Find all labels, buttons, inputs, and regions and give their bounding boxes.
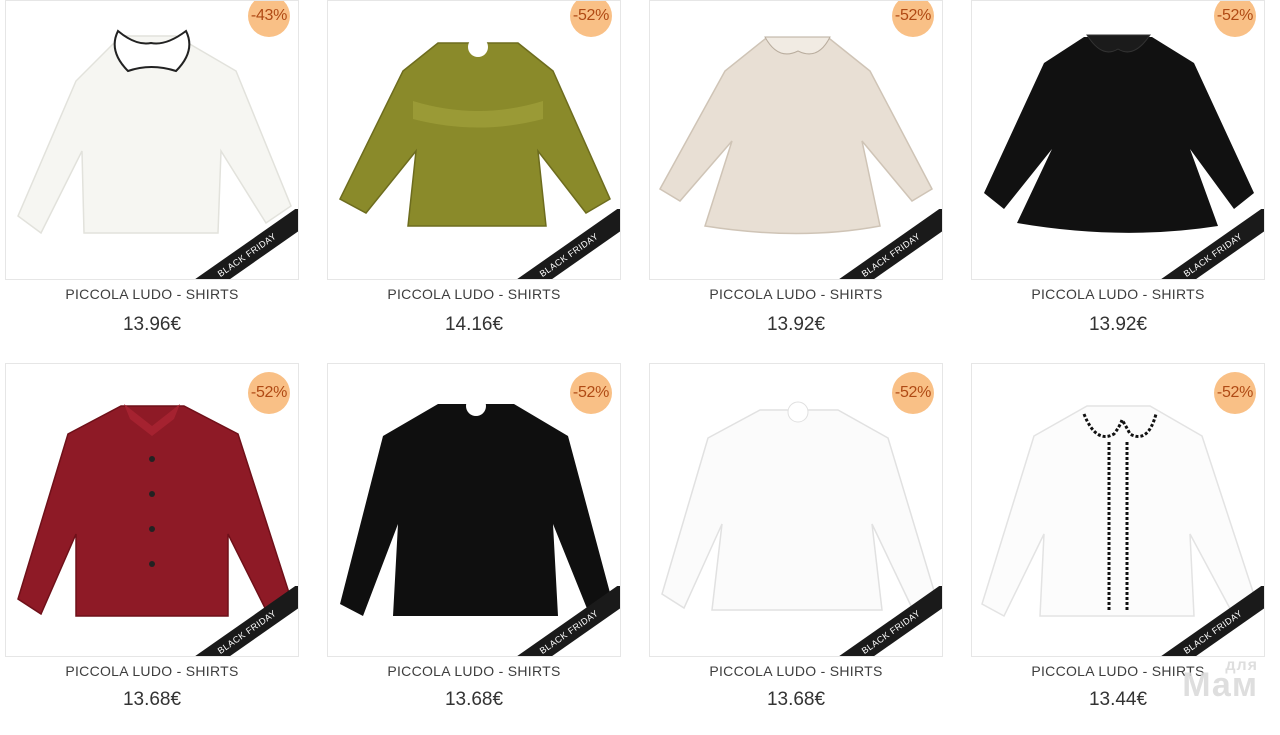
product-price: 13.96€ <box>122 314 182 335</box>
black-friday-ribbon: BLACK FRIDAY <box>188 586 298 656</box>
product-title[interactable]: PICCOLA LUDO - SHIRTS <box>327 663 621 679</box>
product-price: 13.92€ <box>1088 314 1148 335</box>
product-image-box[interactable]: -52% BLACK FRIDAY <box>5 363 299 657</box>
product-price: 13.68€ <box>122 689 182 710</box>
product-card[interactable]: -52% BLACK FRIDAY PICCOLA LUDO - SHIRTS … <box>649 0 943 372</box>
discount-badge: -52% <box>248 372 290 414</box>
watermark-line2: Мам <box>1182 666 1258 704</box>
discount-badge: -52% <box>1214 372 1256 414</box>
product-card[interactable]: -52% BLACK FRIDAY PICCOLA LUDO - SHIRTS … <box>971 0 1265 372</box>
product-title[interactable]: PICCOLA LUDO - SHIRTS <box>971 286 1265 302</box>
product-price: 13.92€ <box>766 314 826 335</box>
product-price: 13.68€ <box>766 689 826 710</box>
product-title[interactable]: PICCOLA LUDO - SHIRTS <box>649 663 943 679</box>
black-friday-ribbon: BLACK FRIDAY <box>832 209 942 279</box>
black-friday-ribbon: BLACK FRIDAY <box>510 586 620 656</box>
black-friday-ribbon: BLACK FRIDAY <box>1154 586 1264 656</box>
product-title[interactable]: PICCOLA LUDO - SHIRTS <box>5 286 299 302</box>
product-title[interactable]: PICCOLA LUDO - SHIRTS <box>327 286 621 302</box>
product-card[interactable]: -43% BLACK FRIDAY PICCOLA LUDO - SHIRTS … <box>5 0 299 372</box>
product-image-box[interactable]: -52% BLACK FRIDAY <box>649 363 943 657</box>
discount-badge: -52% <box>892 372 934 414</box>
product-image-box[interactable]: -52% BLACK FRIDAY <box>971 0 1265 280</box>
product-image-box[interactable]: -52% BLACK FRIDAY <box>327 0 621 280</box>
discount-badge: -52% <box>570 372 612 414</box>
product-title[interactable]: PICCOLA LUDO - SHIRTS <box>649 286 943 302</box>
black-friday-ribbon: BLACK FRIDAY <box>832 586 942 656</box>
black-friday-ribbon: BLACK FRIDAY <box>1154 209 1264 279</box>
product-card[interactable]: -52% BLACK FRIDAY PICCOLA LUDO - SHIRTS … <box>327 363 621 735</box>
product-image-box[interactable]: -52% BLACK FRIDAY <box>971 363 1265 657</box>
product-image-box[interactable]: -52% BLACK FRIDAY <box>649 0 943 280</box>
site-watermark: для Мам <box>1182 658 1258 704</box>
product-price: 14.16€ <box>444 314 504 335</box>
product-price: 13.68€ <box>444 689 504 710</box>
product-card[interactable]: -52% BLACK FRIDAY PICCOLA LUDO - SHIRTS … <box>5 363 299 735</box>
product-card[interactable]: -52% BLACK FRIDAY PICCOLA LUDO - SHIRTS … <box>327 0 621 372</box>
product-image-box[interactable]: -43% BLACK FRIDAY <box>5 0 299 280</box>
product-image-box[interactable]: -52% BLACK FRIDAY <box>327 363 621 657</box>
black-friday-ribbon: BLACK FRIDAY <box>510 209 620 279</box>
product-card[interactable]: -52% BLACK FRIDAY PICCOLA LUDO - SHIRTS … <box>649 363 943 735</box>
black-friday-ribbon: BLACK FRIDAY <box>188 209 298 279</box>
product-title[interactable]: PICCOLA LUDO - SHIRTS <box>5 663 299 679</box>
